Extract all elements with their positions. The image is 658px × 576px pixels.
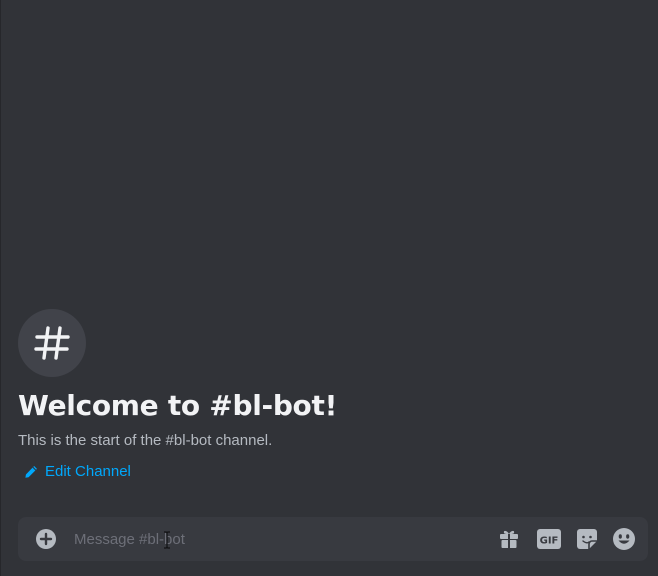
- sticker-button[interactable]: [575, 517, 599, 561]
- message-input[interactable]: [74, 517, 474, 561]
- edit-channel-button[interactable]: Edit Channel: [24, 463, 131, 480]
- divider: [0, 0, 1, 576]
- gif-button[interactable]: GIF: [536, 517, 562, 561]
- message-composer: GIF: [18, 517, 648, 561]
- sticker-icon: [577, 529, 597, 549]
- attach-button[interactable]: [34, 517, 58, 561]
- channel-welcome: Welcome to #bl-bot! This is the start of…: [18, 309, 638, 484]
- emoji-button[interactable]: [612, 517, 636, 561]
- svg-text:GIF: GIF: [540, 536, 559, 547]
- gift-button[interactable]: [497, 517, 521, 561]
- hash-icon: [34, 326, 70, 360]
- plus-circle-icon: [36, 529, 56, 549]
- channel-chat-view: Welcome to #bl-bot! This is the start of…: [0, 0, 658, 576]
- welcome-title: Welcome to #bl-bot!: [18, 389, 338, 422]
- channel-hash-icon: [18, 309, 86, 377]
- emoji-icon: [613, 528, 635, 550]
- gif-icon: GIF: [537, 529, 561, 549]
- welcome-subtitle: This is the start of the #bl-bot channel…: [18, 432, 273, 449]
- gift-icon: [500, 530, 518, 548]
- pencil-icon: [25, 465, 37, 478]
- edit-channel-label: Edit Channel: [45, 463, 131, 480]
